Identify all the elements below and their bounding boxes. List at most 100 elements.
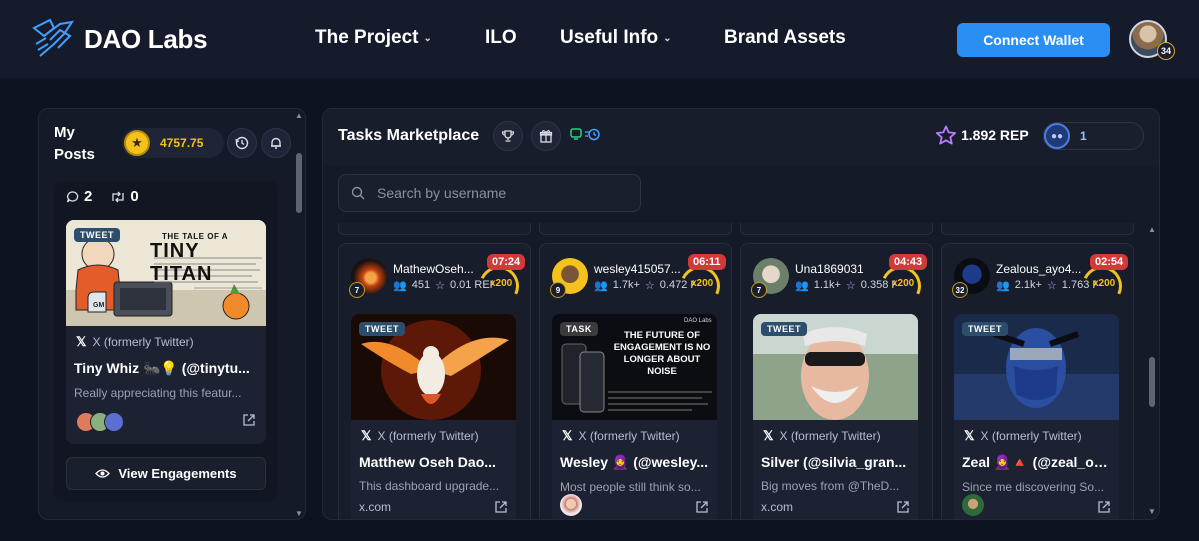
followers-icon: 👥 <box>594 280 608 292</box>
task-author: Zeal 🧕🔺 (@zeal_on... <box>962 454 1111 470</box>
engager-avatars <box>76 412 124 432</box>
scroll-thumb[interactable] <box>1149 357 1155 407</box>
nav-the-project[interactable]: The Project ⌄ <box>315 27 485 49</box>
bell-icon <box>271 137 281 149</box>
retweet-count: 0 <box>110 188 139 205</box>
post-text: Really appreciating this featur... <box>74 386 242 400</box>
scroll-up-icon[interactable]: ▲ <box>295 111 303 120</box>
task-source-label: X (formerly Twitter) <box>578 429 680 443</box>
post-stats: 2 0 <box>66 188 139 205</box>
external-link-icon[interactable] <box>1097 500 1111 517</box>
my-posts-title: My Posts <box>54 124 95 163</box>
task-content: TWEET 𝕏 X (formerly Twitter) Matthew Ose… <box>351 314 516 519</box>
followers-count: 2.1k+ <box>1014 279 1042 291</box>
coin-balance: ★ 4757.75 <box>122 128 224 158</box>
engager-avatar <box>962 494 984 516</box>
task-card[interactable]: 32 Zealous_ayo4... 👥 2.1k+ ☆ 1.763 REP 0… <box>941 243 1134 519</box>
view-engagements-button[interactable]: View Engagements <box>66 457 266 490</box>
task-source: 𝕏 X (formerly Twitter) <box>964 428 1111 444</box>
scroll-up-icon[interactable]: ▲ <box>1148 225 1156 234</box>
external-link-icon[interactable] <box>695 500 709 517</box>
countdown-timer: 02:54 <box>1090 254 1129 270</box>
trophy-icon <box>501 130 515 142</box>
task-text: Since me discovering So... <box>962 480 1105 494</box>
top-navbar: DAO Labs The Project ⌄ ILO Useful Info ⌄… <box>0 0 1199 78</box>
timer-blue-icon <box>585 128 600 141</box>
task-column: 7 Una1869031 👥 1.1k+ ☆ 0.358 REP 04:43 x… <box>740 223 933 519</box>
star-outline-icon <box>935 125 957 145</box>
history-button[interactable] <box>227 128 257 158</box>
scroll-down-icon[interactable]: ▼ <box>1148 507 1156 516</box>
task-user: 9 wesley415057... 👥 1.7k+ ☆ 0.472 REP 06… <box>550 254 730 312</box>
task-card[interactable]: 7 Una1869031 👥 1.1k+ ☆ 0.358 REP 04:43 x… <box>740 243 933 519</box>
task-link[interactable]: x.com <box>761 500 793 514</box>
nav-useful-info-label: Useful Info <box>560 27 659 48</box>
task-card[interactable]: 7 MathewOseh... 👥 451 ☆ 0.01 REP 07:24 x… <box>338 243 531 519</box>
mug-label: GM <box>93 302 105 309</box>
task-card[interactable]: 9 wesley415057... 👥 1.7k+ ☆ 0.472 REP 06… <box>539 243 732 519</box>
countdown-timer: 04:43 <box>889 254 928 270</box>
right-scrollbar[interactable]: ▲ ▼ <box>1145 225 1159 519</box>
task-content: TASK DAO Labs THE FUTURE OF ENGAGEMENT I… <box>552 314 717 519</box>
user-level-badge: 32 <box>952 282 968 298</box>
rewards-button[interactable] <box>531 121 561 151</box>
username: wesley415057... <box>594 262 681 276</box>
x-logo-icon: 𝕏 <box>361 428 372 443</box>
task-text: Big moves from @TheD... <box>761 479 900 493</box>
task-source: 𝕏 X (formerly Twitter) <box>562 428 709 444</box>
task-image: TWEET <box>351 314 516 420</box>
user-avatar[interactable]: 34 <box>1129 20 1175 60</box>
external-link-icon[interactable] <box>896 500 910 517</box>
search-bar[interactable] <box>338 174 641 212</box>
username: Zealous_ayo4... <box>996 262 1082 276</box>
tasks-header: Tasks Marketplace 1.892 REP ●● 1 <box>323 109 1159 165</box>
image-headline: THE FUTURE OF ENGAGEMENT IS NO LONGER AB… <box>613 330 711 377</box>
search-input[interactable] <box>377 185 627 201</box>
token-balance[interactable]: ●● 1 <box>1043 122 1144 150</box>
eye-icon <box>95 469 111 478</box>
followers-icon: 👥 <box>795 280 809 292</box>
username: MathewOseh... <box>393 262 474 276</box>
level-badge: 34 <box>1157 42 1175 60</box>
engager-avatar <box>104 412 124 432</box>
leaderboard-button[interactable] <box>493 121 523 151</box>
brand-logo[interactable]: DAO Labs <box>30 14 208 64</box>
left-scrollbar[interactable]: ▲ ▼ <box>293 111 305 519</box>
nav-brand-assets-label: Brand Assets <box>724 27 846 48</box>
task-image: TASK DAO Labs THE FUTURE OF ENGAGEMENT I… <box>552 314 717 420</box>
task-type-badge: TASK <box>560 322 598 336</box>
my-posts-panel: My Posts ★ 4757.75 ▲ ▼ 2 0 TWEET THE TAL… <box>38 108 306 520</box>
task-source-label: X (formerly Twitter) <box>980 429 1082 443</box>
scroll-down-icon[interactable]: ▼ <box>295 509 303 518</box>
task-column: 32 Zealous_ayo4... 👥 2.1k+ ☆ 1.763 REP 0… <box>941 223 1134 519</box>
comment-count: 2 <box>66 188 92 205</box>
nav-brand-assets[interactable]: Brand Assets <box>724 27 846 49</box>
task-type-badge: TWEET <box>761 322 807 336</box>
task-link[interactable]: x.com <box>359 500 391 514</box>
rep-star-icon: ☆ <box>644 280 655 292</box>
scroll-thumb[interactable] <box>296 153 302 213</box>
task-source-label: X (formerly Twitter) <box>377 429 479 443</box>
engager-avatar <box>560 494 582 516</box>
post-author: Tiny Whiz 🐜💡 (@tinytu... <box>74 360 250 376</box>
x-logo-icon: 𝕏 <box>562 428 573 443</box>
nav-useful-info[interactable]: Useful Info ⌄ <box>560 27 724 49</box>
followers-count: 1.7k+ <box>612 279 640 291</box>
external-link-icon[interactable] <box>242 413 256 430</box>
reward-multiplier: x200 <box>490 278 513 289</box>
post-container: 2 0 TWEET THE TALE OF A TINY TITAN GM 𝕏 … <box>54 181 278 501</box>
task-image: TWEET <box>753 314 918 420</box>
nav-the-project-label: The Project <box>315 27 419 48</box>
external-link-icon[interactable] <box>494 500 508 517</box>
post-card[interactable]: TWEET THE TALE OF A TINY TITAN GM 𝕏 X (f… <box>66 220 266 444</box>
task-text: This dashboard upgrade... <box>359 479 500 493</box>
task-source-label: X (formerly Twitter) <box>779 429 881 443</box>
nav-ilo[interactable]: ILO <box>485 27 560 49</box>
token-balance-value: 1 <box>1080 129 1087 143</box>
task-author: Silver (@silvia_gran... <box>761 454 907 470</box>
notifications-button[interactable] <box>261 128 291 158</box>
reward-multiplier: x200 <box>691 278 714 289</box>
countdown-timer: 07:24 <box>487 254 526 270</box>
status-green-icon <box>570 128 582 140</box>
connect-wallet-button[interactable]: Connect Wallet <box>957 23 1110 57</box>
